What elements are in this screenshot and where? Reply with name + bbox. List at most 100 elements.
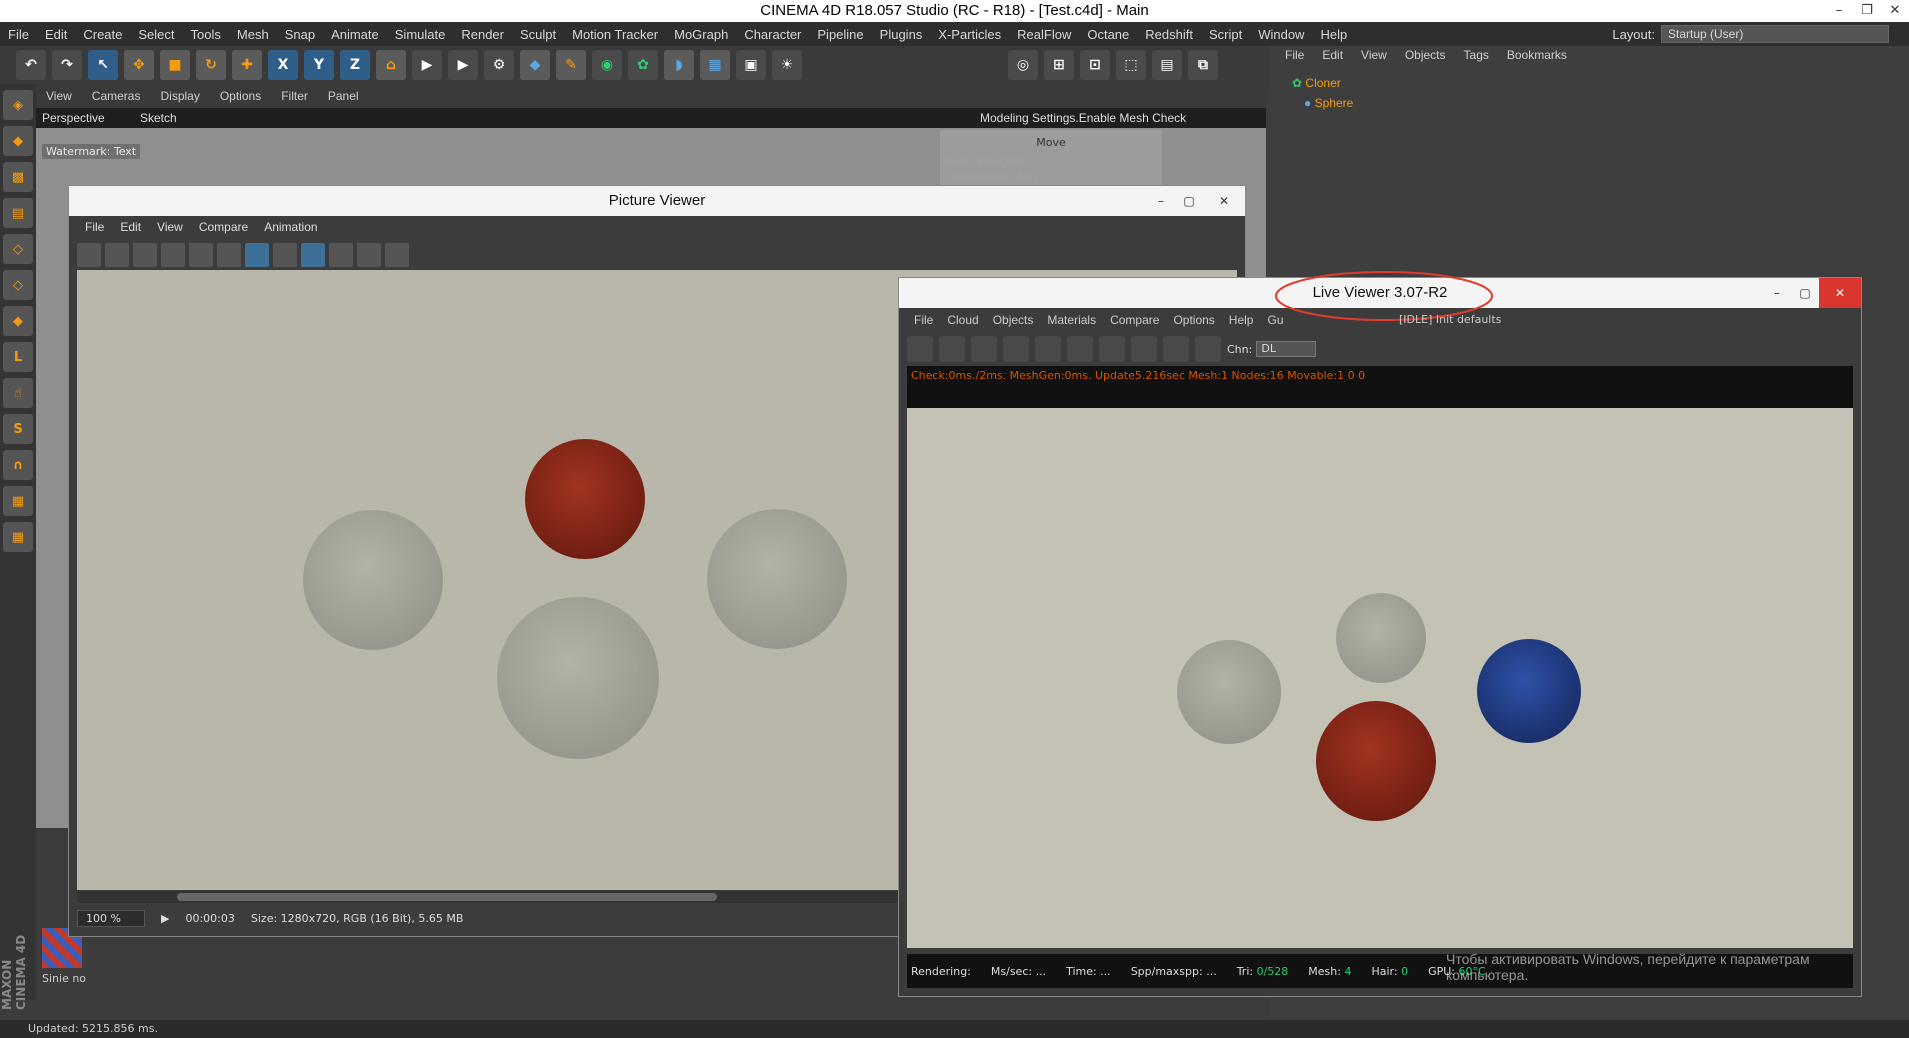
save-icon[interactable] bbox=[105, 243, 129, 267]
objects-menu-view[interactable]: View bbox=[1352, 48, 1396, 62]
menu-tools[interactable]: Tools bbox=[183, 27, 229, 42]
menu-sculpt[interactable]: Sculpt bbox=[512, 27, 564, 42]
grid-icon[interactable] bbox=[133, 243, 157, 267]
menu-plugins[interactable]: Plugins bbox=[872, 27, 931, 42]
maximize-icon[interactable]: ▢ bbox=[1791, 278, 1819, 308]
menu-character[interactable]: Character bbox=[736, 27, 809, 42]
settings-icon[interactable] bbox=[1035, 336, 1061, 362]
menu-create[interactable]: Create bbox=[75, 27, 130, 42]
undo-icon[interactable]: ↶ bbox=[16, 50, 46, 80]
send-scene-icon[interactable] bbox=[907, 336, 933, 362]
points-mode-icon[interactable]: ◇ bbox=[3, 234, 33, 264]
lv-menu-cloud[interactable]: Cloud bbox=[940, 313, 985, 327]
magnet-icon[interactable]: ∩ bbox=[3, 450, 33, 480]
planar-workplane-icon[interactable]: ▦ bbox=[3, 522, 33, 552]
pause-icon[interactable] bbox=[971, 336, 997, 362]
workplane-icon[interactable]: ⬚ bbox=[1116, 50, 1146, 80]
cube-icon[interactable]: ◆ bbox=[520, 50, 550, 80]
texture-mode-icon[interactable]: ▩ bbox=[3, 162, 33, 192]
edges-mode-icon[interactable]: ◇ bbox=[3, 270, 33, 300]
lv-menu-objects[interactable]: Objects bbox=[986, 313, 1041, 327]
lv-menu-file[interactable]: File bbox=[907, 313, 940, 327]
menu-edit[interactable]: Edit bbox=[37, 27, 75, 42]
restart-icon[interactable] bbox=[939, 336, 965, 362]
objects-menu-edit[interactable]: Edit bbox=[1313, 48, 1352, 62]
menu-motion-tracker[interactable]: Motion Tracker bbox=[564, 27, 666, 42]
edit-render-settings-icon[interactable]: ⚙ bbox=[484, 50, 514, 80]
spheres-icon[interactable]: ◎ bbox=[1008, 50, 1038, 80]
zoom-field[interactable]: 100 % bbox=[77, 909, 145, 927]
menu-pipeline[interactable]: Pipeline bbox=[809, 27, 871, 42]
lv-menu-compare[interactable]: Compare bbox=[1103, 313, 1166, 327]
objects-menu-tags[interactable]: Tags bbox=[1455, 48, 1498, 62]
compare-a-icon[interactable] bbox=[357, 243, 381, 267]
pv-menu-edit[interactable]: Edit bbox=[112, 220, 149, 234]
floor-icon[interactable]: ▦ bbox=[700, 50, 730, 80]
minimize-icon[interactable]: – bbox=[1147, 186, 1175, 216]
zoom-icon[interactable] bbox=[189, 243, 213, 267]
lv-menu-help[interactable]: Help bbox=[1222, 313, 1261, 327]
play-icon[interactable]: ▶ bbox=[161, 912, 169, 925]
x-axis-icon[interactable]: X bbox=[268, 50, 298, 80]
menu-realflow[interactable]: RealFlow bbox=[1009, 27, 1079, 42]
material-icon[interactable] bbox=[1099, 336, 1125, 362]
menu-simulate[interactable]: Simulate bbox=[387, 27, 454, 42]
polygons-mode-icon[interactable]: ◆ bbox=[3, 306, 33, 336]
object-mode-icon[interactable]: ◆ bbox=[3, 126, 33, 156]
objects-menu-bookmarks[interactable]: Bookmarks bbox=[1498, 48, 1576, 62]
menu-mesh[interactable]: Mesh bbox=[229, 27, 277, 42]
menu-script[interactable]: Script bbox=[1201, 27, 1250, 42]
restore-icon[interactable]: ❐ bbox=[1853, 0, 1881, 22]
deformer-icon[interactable]: ◗ bbox=[664, 50, 694, 80]
lock-icon[interactable]: ▤ bbox=[1152, 50, 1182, 80]
menu-x-particles[interactable]: X-Particles bbox=[930, 27, 1009, 42]
light-icon[interactable]: ☀ bbox=[772, 50, 802, 80]
camera-icon[interactable]: ▣ bbox=[736, 50, 766, 80]
menu-select[interactable]: Select bbox=[130, 27, 182, 42]
menu-snap[interactable]: Snap bbox=[277, 27, 323, 42]
pick-material-icon[interactable] bbox=[1195, 336, 1221, 362]
pv-menu-compare[interactable]: Compare bbox=[191, 220, 256, 234]
menu-render[interactable]: Render bbox=[453, 27, 512, 42]
menu-redshift[interactable]: Redshift bbox=[1137, 27, 1201, 42]
select-tool-icon[interactable]: ↖ bbox=[88, 50, 118, 80]
open-icon[interactable] bbox=[77, 243, 101, 267]
coordinate-system-icon[interactable]: ⌂ bbox=[376, 50, 406, 80]
objects-menu-objects[interactable]: Objects bbox=[1396, 48, 1455, 62]
live-viewer-canvas[interactable] bbox=[907, 408, 1853, 948]
rotate-tool-icon[interactable]: ↻ bbox=[196, 50, 226, 80]
menu-mograph[interactable]: MoGraph bbox=[666, 27, 736, 42]
lock-icon[interactable] bbox=[1067, 336, 1093, 362]
viewport-camera[interactable]: Perspective bbox=[42, 111, 105, 125]
pv-menu-file[interactable]: File bbox=[77, 220, 112, 234]
maximize-icon[interactable]: ▢ bbox=[1175, 186, 1203, 216]
grid-icon[interactable]: ⊞ bbox=[1044, 50, 1074, 80]
layout-icon[interactable]: ⧉ bbox=[1188, 50, 1218, 80]
model-mode-icon[interactable]: ◈ bbox=[3, 90, 33, 120]
close-icon[interactable]: ✕ bbox=[1203, 186, 1245, 216]
y-axis-icon[interactable]: Y bbox=[304, 50, 334, 80]
scrollbar-thumb[interactable] bbox=[177, 893, 717, 901]
redo-icon[interactable]: ↷ bbox=[52, 50, 82, 80]
lv-menu-gu[interactable]: Gu bbox=[1260, 313, 1290, 327]
ab-icon[interactable] bbox=[273, 243, 297, 267]
lock-workplane-icon[interactable]: ▦ bbox=[3, 486, 33, 516]
menu-file[interactable]: File bbox=[0, 27, 37, 42]
region-icon[interactable] bbox=[1003, 336, 1029, 362]
menu-octane[interactable]: Octane bbox=[1079, 27, 1137, 42]
viewport-menu-view[interactable]: View bbox=[36, 89, 82, 103]
viewport-menu-filter[interactable]: Filter bbox=[271, 89, 318, 103]
pick-focus-icon[interactable] bbox=[1163, 336, 1189, 362]
channel-select[interactable]: DL bbox=[1256, 341, 1317, 357]
region-icon[interactable] bbox=[161, 243, 185, 267]
snap-icon[interactable]: ⊡ bbox=[1080, 50, 1110, 80]
render-picture-viewer-icon[interactable]: ▶ bbox=[448, 50, 478, 80]
lv-menu-materials[interactable]: Materials bbox=[1040, 313, 1103, 327]
compare-b-icon[interactable] bbox=[385, 243, 409, 267]
close-icon[interactable]: ✕ bbox=[1881, 0, 1909, 22]
pv-menu-view[interactable]: View bbox=[149, 220, 191, 234]
solo-icon[interactable]: S bbox=[3, 414, 33, 444]
objects-menu-file[interactable]: File bbox=[1276, 48, 1313, 62]
viewport-menu-display[interactable]: Display bbox=[150, 89, 209, 103]
transform-tool-icon[interactable]: ✚ bbox=[232, 50, 262, 80]
